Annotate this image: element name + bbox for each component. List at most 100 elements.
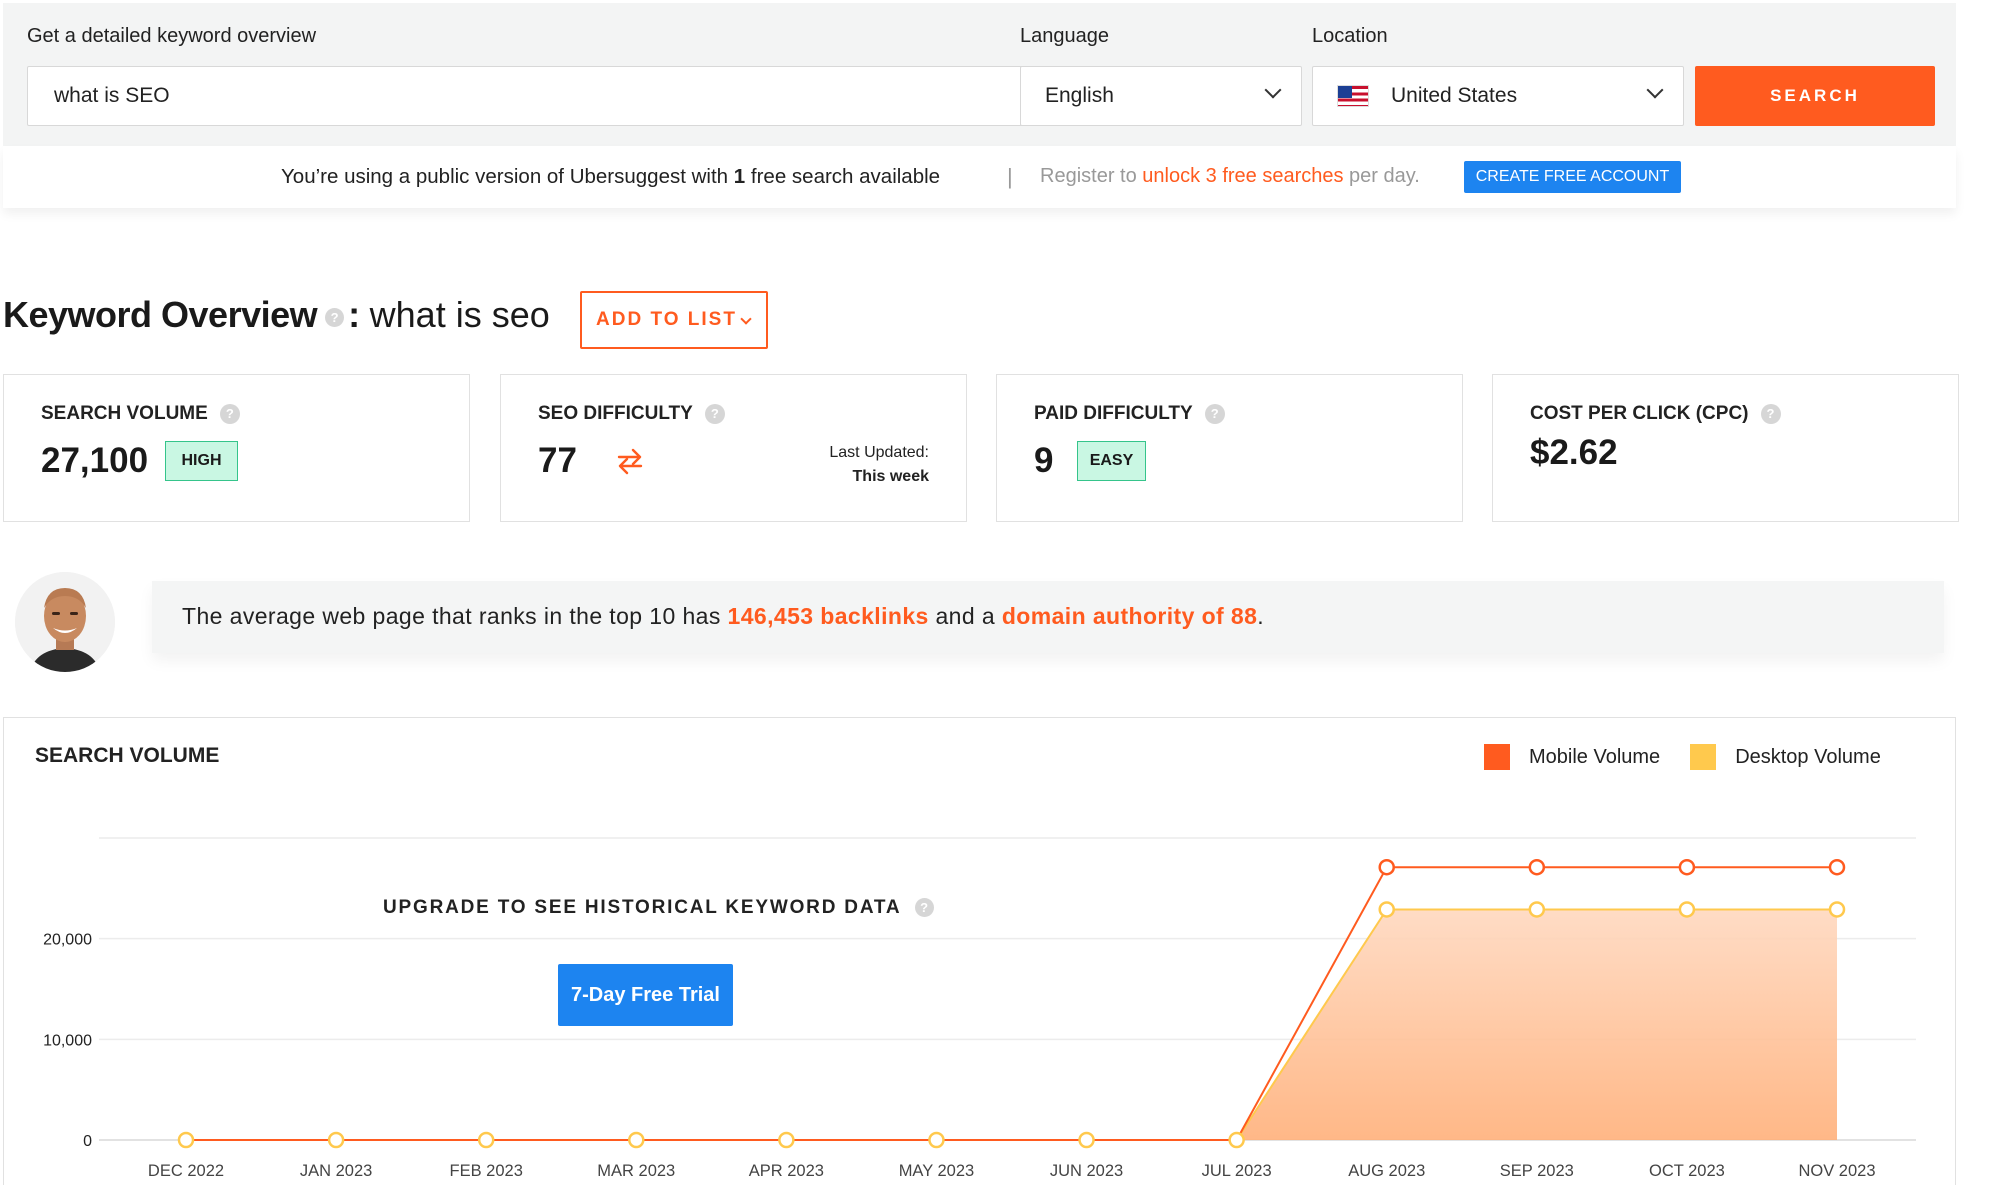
desktop-volume-point: [1528, 901, 1546, 918]
help-icon[interactable]: ?: [325, 307, 345, 327]
y-axis-labels: 0 10,000 20,000: [43, 932, 92, 1150]
language-select[interactable]: English: [1020, 66, 1302, 126]
desktop-volume-point: [477, 1131, 495, 1149]
backlinks-link[interactable]: 146,453 backlinks: [728, 603, 929, 629]
notice-suffix: free search available: [745, 165, 941, 188]
keyword-search-input[interactable]: what is SEO: [27, 66, 1028, 126]
upgrade-notice: UPGRADE TO SEE HISTORICAL KEYWORD DATA?: [383, 897, 935, 919]
x-tick-label: MAR 2023: [597, 1162, 675, 1180]
location-select-value: United States: [1391, 84, 1518, 107]
help-icon[interactable]: ?: [704, 403, 725, 424]
desktop-volume-point: [928, 1131, 945, 1149]
add-to-list-label: ADD TO LIST: [596, 309, 737, 330]
cpc-card: COST PER CLICK (CPC)? $2.62: [1492, 374, 1959, 522]
desktop-volume-point: [1378, 901, 1395, 918]
mobile-volume-point: [1378, 858, 1395, 876]
desktop-volume-point: [628, 1131, 645, 1149]
backlinks-tip: The average web page that ranks in the t…: [152, 581, 1944, 653]
overview-keyword: what is seo: [369, 294, 550, 335]
cpc-value: $2.62: [1530, 433, 1618, 472]
volume-level-badge: HIGH: [165, 441, 238, 481]
help-icon[interactable]: ?: [219, 403, 240, 424]
paid-difficulty-label: PAID DIFFICULTY?: [1034, 403, 1225, 425]
x-tick-label: SEP 2023: [1500, 1162, 1574, 1180]
last-updated-value: This week: [852, 468, 929, 485]
avatar-portrait-icon: [15, 572, 115, 672]
location-label: Location: [1312, 25, 1388, 47]
domain-authority-link[interactable]: domain authority of 88: [1002, 603, 1257, 629]
us-flag-icon: [1337, 85, 1369, 107]
keyword-field-label: Get a detailed keyword overview: [27, 25, 317, 47]
upgrade-text: UPGRADE TO SEE HISTORICAL KEYWORD DATA: [383, 897, 902, 918]
help-icon[interactable]: ?: [1204, 403, 1225, 424]
tip-prefix: The average web page that ranks in the t…: [182, 603, 728, 629]
language-label: Language: [1020, 25, 1109, 47]
x-tick-label: JAN 2023: [300, 1162, 372, 1180]
mobile-volume-point: [1828, 858, 1846, 876]
location-select[interactable]: United States: [1312, 66, 1684, 126]
search-volume-value: 27,100: [41, 441, 149, 480]
paid-difficulty-label-text: PAID DIFFICULTY: [1034, 403, 1193, 424]
public-version-notice: You’re using a public version of Ubersug…: [3, 146, 1956, 208]
x-tick-label: FEB 2023: [449, 1162, 522, 1180]
x-tick-label: OCT 2023: [1649, 1162, 1725, 1180]
create-free-account-button[interactable]: CREATE FREE ACCOUNT: [1464, 161, 1681, 193]
language-select-value: English: [1045, 84, 1114, 107]
desktop-area: [1236, 909, 1837, 1140]
cpc-label-text: COST PER CLICK (CPC): [1530, 403, 1749, 424]
x-tick-label: AUG 2023: [1348, 1162, 1425, 1180]
page-title: Keyword Overview?: what is seo: [3, 294, 550, 336]
x-tick-label: NOV 2023: [1798, 1162, 1875, 1180]
register-prefix: Register to: [1040, 165, 1143, 187]
free-trial-button[interactable]: 7-Day Free Trial: [558, 964, 733, 1026]
y-tick-label: 10,000: [43, 1032, 92, 1049]
keyword-input-value: what is SEO: [54, 84, 170, 107]
tip-text: The average web page that ranks in the t…: [182, 603, 1264, 630]
help-icon[interactable]: ?: [915, 898, 935, 918]
seo-difficulty-card: SEO DIFFICULTY? 77 Last Updated: This we…: [500, 374, 967, 522]
seo-difficulty-label: SEO DIFFICULTY?: [538, 403, 725, 425]
add-to-list-button[interactable]: ADD TO LIST: [580, 291, 768, 349]
chevron-down-icon: [740, 313, 752, 325]
unlock-searches-link[interactable]: unlock 3 free searches: [1142, 165, 1343, 187]
avatar: [15, 572, 115, 672]
y-tick-label: 0: [83, 1133, 92, 1150]
notice-search-count: 1: [733, 165, 746, 188]
help-icon[interactable]: ?: [1760, 403, 1781, 424]
overview-heading: Keyword Overview: [3, 294, 318, 335]
mobile-volume-point: [1678, 858, 1696, 876]
desktop-volume-point: [177, 1131, 195, 1149]
desktop-volume-point: [327, 1131, 345, 1149]
seo-difficulty-label-text: SEO DIFFICULTY: [538, 403, 693, 424]
desktop-volume-point: [1228, 1131, 1245, 1149]
x-tick-label: JUN 2023: [1050, 1162, 1123, 1180]
chevron-down-icon: [1264, 81, 1282, 99]
x-tick-label: DEC 2022: [148, 1162, 224, 1180]
mobile-volume-point: [1528, 858, 1546, 876]
desktop-volume-point: [1828, 901, 1846, 918]
register-suffix: per day.: [1343, 165, 1420, 187]
x-tick-label: MAY 2023: [899, 1162, 975, 1180]
x-axis-labels: DEC 2022 JAN 2023 FEB 2023 MAR 2023 APR 2023…: [148, 1162, 1876, 1180]
title-separator: :: [348, 294, 360, 335]
tip-middle: and a: [928, 603, 1002, 629]
paid-difficulty-value: 9: [1034, 441, 1054, 480]
search-button[interactable]: SEARCH: [1695, 66, 1935, 126]
chevron-down-icon: [1646, 81, 1664, 99]
chart-area-fill: [1236, 909, 1837, 1140]
notice-prefix: You’re using a public version of Ubersug…: [281, 165, 734, 188]
refresh-icon[interactable]: [613, 445, 647, 477]
desktop-volume-point: [778, 1131, 795, 1149]
search-volume-label-text: SEARCH VOLUME: [41, 403, 208, 424]
tip-suffix: .: [1257, 603, 1265, 629]
desktop-volume-point: [1078, 1131, 1095, 1149]
y-tick-label: 20,000: [43, 932, 92, 949]
notice-text: You’re using a public version of Ubersug…: [281, 165, 940, 189]
register-text: Register to unlock 3 free searches per d…: [1040, 165, 1420, 188]
x-tick-label: JUL 2023: [1202, 1162, 1272, 1180]
paid-difficulty-card: PAID DIFFICULTY? 9 EASY: [996, 374, 1463, 522]
paid-difficulty-badge: EASY: [1077, 441, 1146, 481]
keyword-search-panel: Get a detailed keyword overview Language…: [3, 3, 1956, 146]
search-volume-chart-card: SEARCH VOLUME Mobile Volume Desktop Volu…: [3, 717, 1956, 1185]
notice-separator: |: [1007, 164, 1013, 189]
